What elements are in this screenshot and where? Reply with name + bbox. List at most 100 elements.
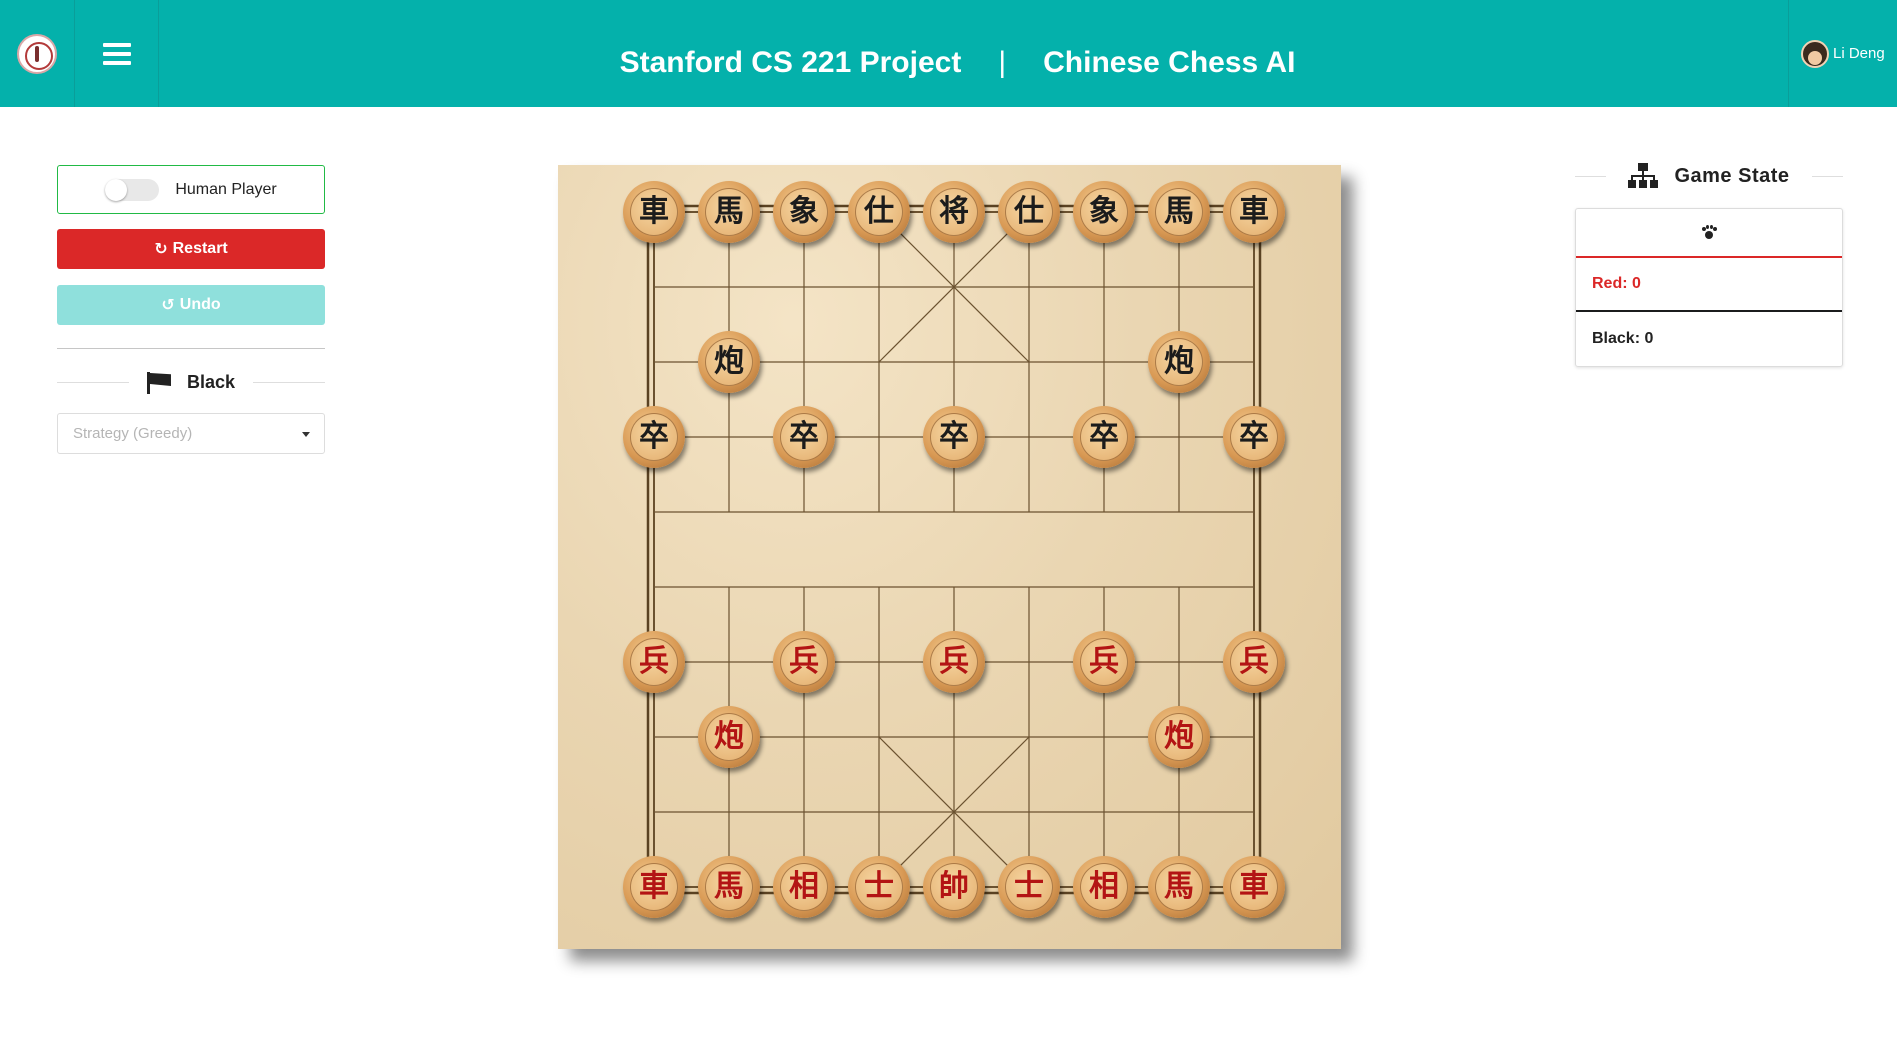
piece-label: 卒	[630, 413, 678, 461]
undo-icon: ↺	[161, 297, 175, 314]
top-bar: Stanford CS 221 Project | Chinese Chess AI…	[0, 0, 1897, 107]
black-score: Black: 0	[1592, 330, 1654, 347]
piece-label: 象	[780, 188, 828, 236]
chess-board[interactable]: 車馬象仕将仕象馬車炮炮卒卒卒卒卒兵兵兵兵兵炮炮車馬相士帥士相馬車	[558, 165, 1341, 949]
chess-piece[interactable]: 卒	[773, 406, 835, 468]
piece-label: 馬	[1155, 188, 1203, 236]
piece-label: 卒	[1080, 413, 1128, 461]
chess-piece[interactable]: 仕	[848, 181, 910, 243]
chess-piece[interactable]: 卒	[923, 406, 985, 468]
piece-label: 炮	[1155, 713, 1203, 761]
title-separator: |	[998, 46, 1007, 79]
red-score: Red: 0	[1576, 258, 1842, 312]
game-state-card: Red: 0 Black: 0	[1575, 208, 1843, 367]
player-label: Black	[186, 371, 236, 392]
chess-piece[interactable]: 馬	[698, 181, 760, 243]
piece-label: 兵	[780, 638, 828, 686]
game-state-header: Game State	[1575, 160, 1843, 192]
piece-label: 車	[630, 188, 678, 236]
chess-piece[interactable]: 馬	[698, 856, 760, 918]
piece-label: 仕	[1005, 188, 1053, 236]
piece-label: 士	[1005, 863, 1053, 911]
chess-piece[interactable]: 馬	[1148, 856, 1210, 918]
chess-piece[interactable]: 象	[1073, 181, 1135, 243]
chess-piece[interactable]: 士	[998, 856, 1060, 918]
chess-piece[interactable]: 卒	[623, 406, 685, 468]
undo-button[interactable]: ↺ Undo	[57, 285, 325, 325]
chess-piece[interactable]: 兵	[773, 631, 835, 693]
piece-label: 炮	[705, 713, 753, 761]
chess-piece[interactable]: 卒	[1073, 406, 1135, 468]
piece-label: 馬	[705, 188, 753, 236]
chess-piece[interactable]: 相	[1073, 856, 1135, 918]
piece-label: 兵	[1080, 638, 1128, 686]
piece-label: 卒	[930, 413, 978, 461]
sitemap-icon	[1628, 162, 1659, 190]
chess-piece[interactable]: 炮	[1148, 706, 1210, 768]
chess-piece[interactable]: 兵	[1223, 631, 1285, 693]
chess-piece[interactable]: 車	[623, 856, 685, 918]
chess-piece[interactable]: 兵	[623, 631, 685, 693]
piece-label: 馬	[705, 863, 753, 911]
human-player-label: Human Player	[175, 180, 277, 198]
player-header: Black	[57, 370, 326, 394]
piece-label: 相	[780, 863, 828, 911]
undo-label: Undo	[179, 296, 221, 313]
chess-piece[interactable]: 仕	[998, 181, 1060, 243]
piece-label: 車	[630, 863, 678, 911]
chess-piece[interactable]: 車	[1223, 181, 1285, 243]
chess-piece[interactable]: 車	[1223, 856, 1285, 918]
strategy-placeholder: Strategy (Greedy)	[73, 425, 193, 442]
page-title: Stanford CS 221 Project | Chinese Chess AI	[0, 46, 1897, 80]
chess-piece[interactable]: 炮	[1148, 331, 1210, 393]
piece-label: 兵	[630, 638, 678, 686]
piece-label: 兵	[1230, 638, 1278, 686]
divider	[57, 348, 325, 349]
chess-piece[interactable]: 炮	[698, 331, 760, 393]
game-state-title: Game State	[1674, 164, 1790, 187]
strategy-dropdown[interactable]: Strategy (Greedy)	[57, 413, 325, 454]
chess-piece[interactable]: 相	[773, 856, 835, 918]
user-name: Li Deng	[1833, 45, 1885, 62]
piece-label: 将	[930, 188, 978, 236]
piece-label: 相	[1080, 863, 1128, 911]
piece-label: 炮	[705, 338, 753, 386]
divider-line	[1811, 175, 1843, 177]
title-app: Chinese Chess AI	[1043, 46, 1296, 79]
piece-label: 馬	[1155, 863, 1203, 911]
chess-piece[interactable]: 炮	[698, 706, 760, 768]
piece-label: 卒	[780, 413, 828, 461]
toggle-switch[interactable]	[105, 178, 160, 201]
divider-line	[57, 381, 129, 383]
restart-label: Restart	[172, 240, 228, 257]
refresh-icon: ↻	[154, 241, 168, 258]
game-state-tab[interactable]	[1576, 209, 1842, 258]
title-project: Stanford CS 221 Project	[619, 46, 962, 79]
paw-icon	[1701, 224, 1717, 241]
toggle-knob	[105, 178, 128, 201]
piece-label: 兵	[930, 638, 978, 686]
chess-piece[interactable]: 卒	[1223, 406, 1285, 468]
divider-line	[253, 381, 326, 383]
chevron-down-icon	[302, 432, 310, 437]
chess-piece[interactable]: 象	[773, 181, 835, 243]
piece-label: 炮	[1155, 338, 1203, 386]
chess-piece[interactable]: 車	[623, 181, 685, 243]
chess-piece[interactable]: 将	[923, 181, 985, 243]
user-menu[interactable]: Li Deng	[1788, 0, 1897, 107]
avatar	[1801, 39, 1829, 68]
piece-label: 仕	[855, 188, 903, 236]
piece-label: 帥	[930, 863, 978, 911]
chess-piece[interactable]: 兵	[1073, 631, 1135, 693]
piece-label: 車	[1230, 188, 1278, 236]
human-player-toggle[interactable]: Human Player	[57, 165, 325, 214]
chess-piece[interactable]: 帥	[923, 856, 985, 918]
chess-piece[interactable]: 馬	[1148, 181, 1210, 243]
board-grid	[646, 204, 1262, 895]
piece-label: 象	[1080, 188, 1128, 236]
chess-piece[interactable]: 士	[848, 856, 910, 918]
restart-button[interactable]: ↻ Restart	[57, 229, 325, 269]
divider-line	[1575, 175, 1607, 177]
flag-icon	[146, 372, 171, 394]
chess-piece[interactable]: 兵	[923, 631, 985, 693]
